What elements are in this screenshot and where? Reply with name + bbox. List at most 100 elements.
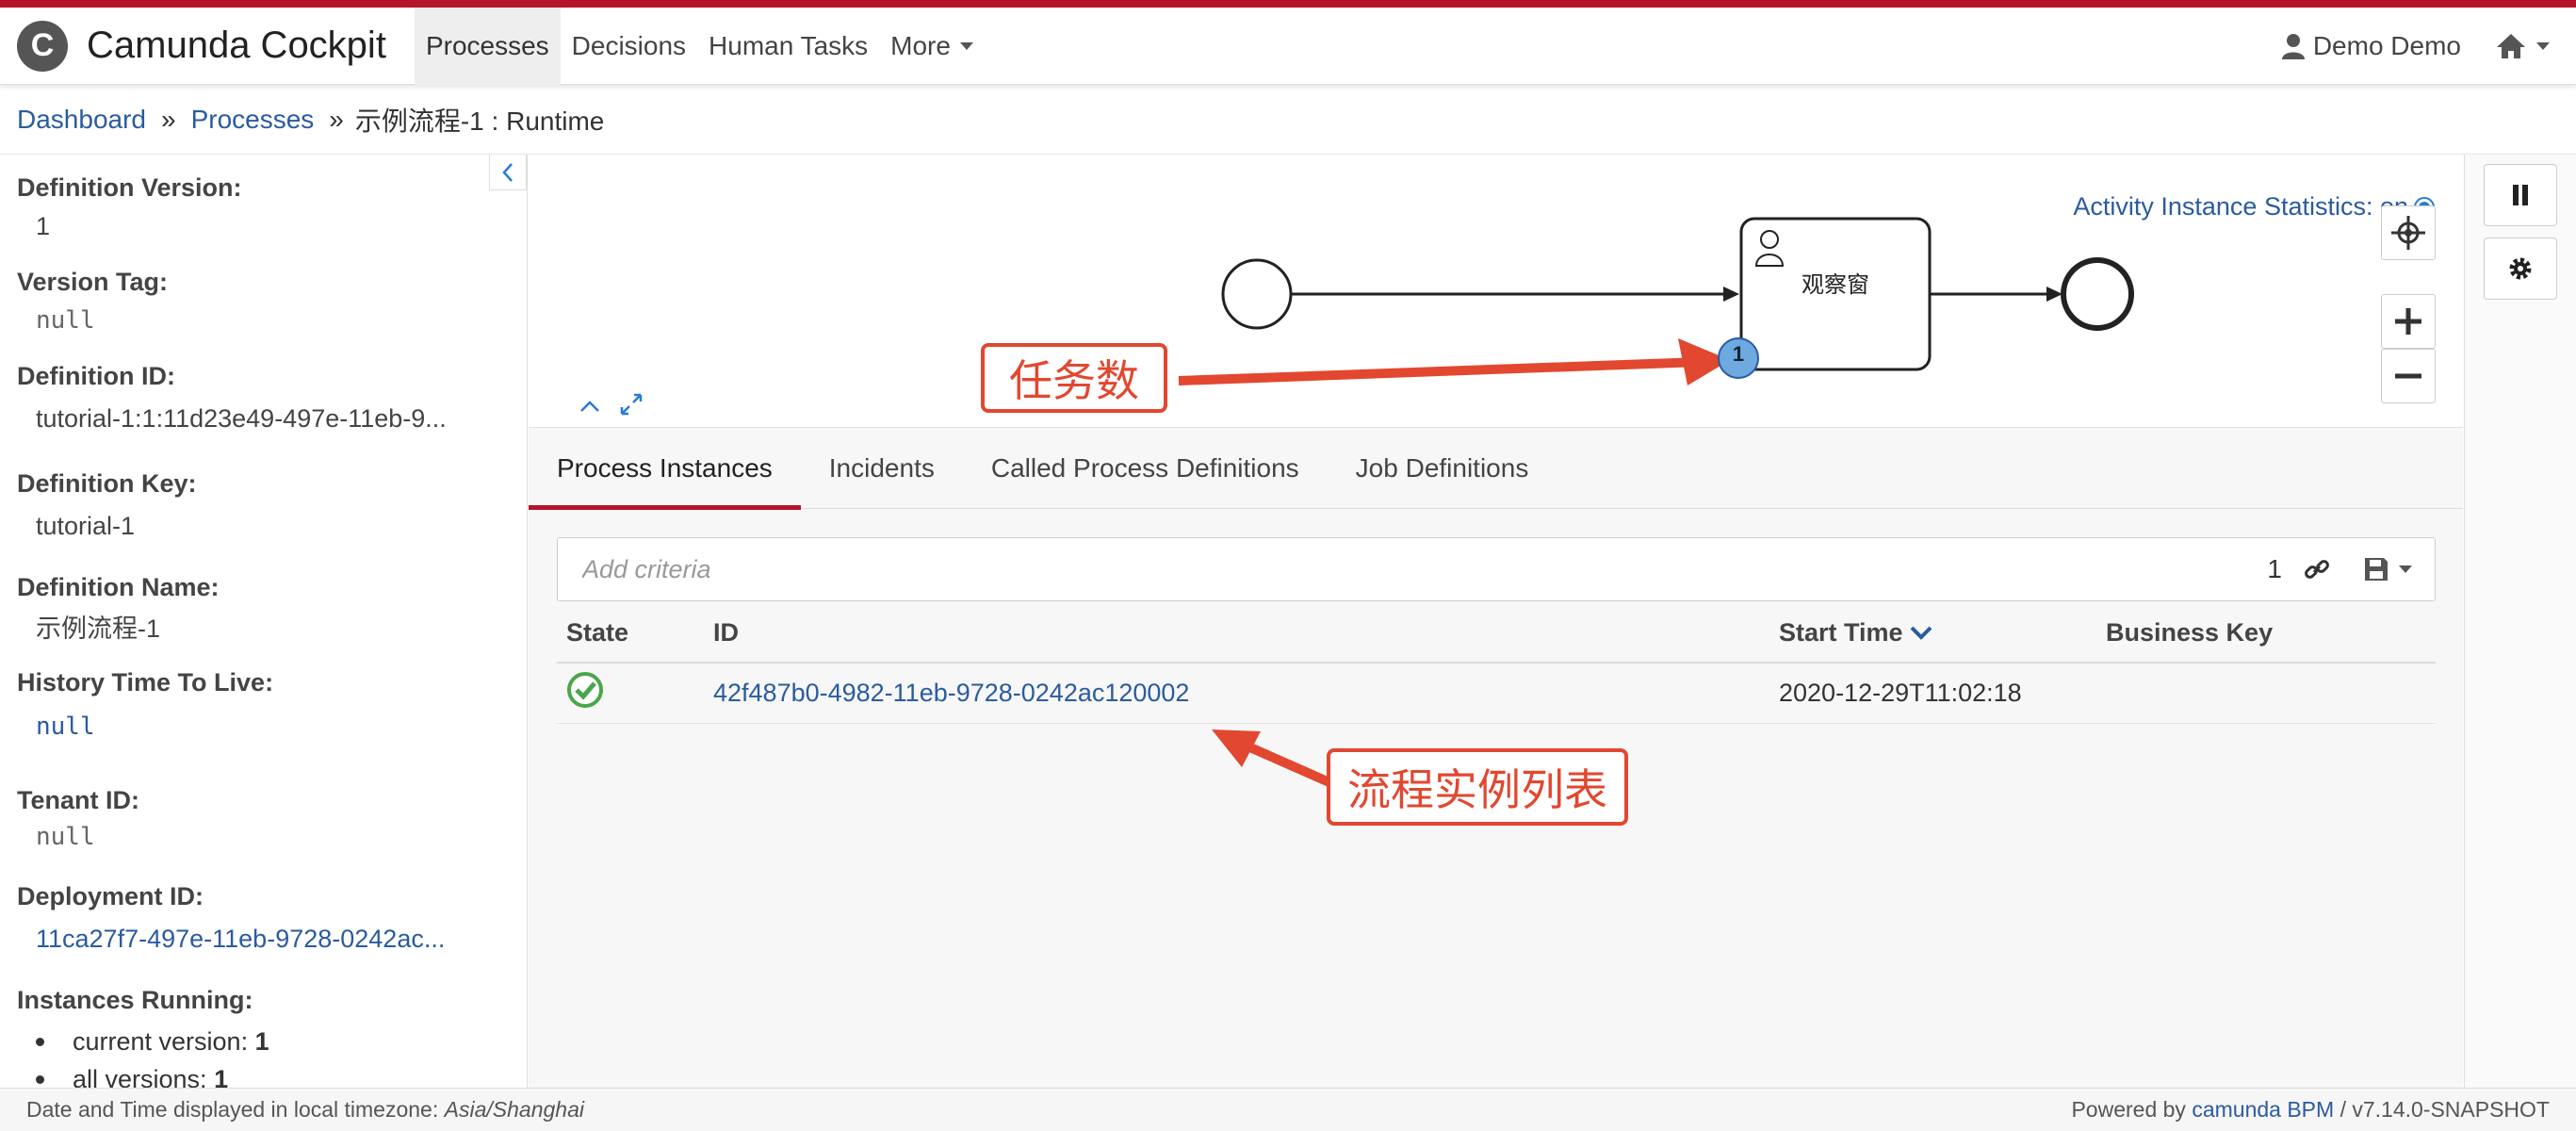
collapse-sidebar-button[interactable] bbox=[489, 155, 527, 190]
tab-job-definitions[interactable]: Job Definitions bbox=[1328, 428, 1557, 509]
column-header-start-time[interactable]: Start Time bbox=[1779, 618, 2106, 647]
nav-human-tasks[interactable]: Human Tasks bbox=[697, 8, 879, 85]
home-menu[interactable] bbox=[2495, 32, 2550, 60]
annotation-arrow bbox=[1178, 357, 1703, 385]
column-header-state[interactable]: State bbox=[557, 618, 713, 647]
current-version-label: current version: bbox=[73, 1026, 249, 1056]
start-event bbox=[1221, 258, 1293, 330]
chevron-down-icon bbox=[2536, 41, 2550, 50]
history-ttl-link[interactable]: null bbox=[36, 713, 273, 741]
breadcrumb: Dashboard » Processes » 示例流程-1 : Runtime bbox=[0, 85, 2576, 155]
tenant-id: Tenant ID: null bbox=[17, 786, 139, 851]
brand-name: Camunda Cockpit bbox=[87, 25, 386, 66]
prop-label: Tenant ID: bbox=[17, 786, 139, 814]
expand-icon bbox=[620, 393, 643, 416]
link-icon[interactable] bbox=[2303, 555, 2331, 583]
instance-id-link[interactable]: 42f487b0-4982-11eb-9728-0242ac120002 bbox=[713, 679, 1779, 708]
prop-label: Version Tag: bbox=[17, 268, 169, 296]
table-header: State ID Start Time Business Key bbox=[557, 603, 2436, 664]
camunda-bpm-link[interactable]: camunda BPM bbox=[2192, 1097, 2334, 1122]
bpmn-diagram-canvas[interactable]: Activity Instance Statistics: on 观察窗 1 任… bbox=[529, 155, 2463, 428]
footer-right: Powered by camunda BPM / v7.14.0-SNAPSHO… bbox=[2071, 1097, 2550, 1123]
suspend-button[interactable] bbox=[2484, 164, 2557, 226]
action-rail bbox=[2464, 155, 2576, 1088]
state-cell bbox=[557, 671, 713, 715]
list-item: all versions: 1 bbox=[36, 1060, 269, 1088]
zoom-out-button[interactable] bbox=[2381, 349, 2436, 403]
footer: Date and Time displayed in local timezon… bbox=[0, 1088, 2576, 1131]
tab-bar: Process Instances Incidents Called Proce… bbox=[529, 428, 2463, 510]
crosshair-icon bbox=[2391, 216, 2425, 250]
start-time-header-label: Start Time bbox=[1779, 617, 1903, 647]
expand-diagram-button[interactable] bbox=[615, 388, 647, 420]
timezone-prefix: Date and Time displayed in local timezon… bbox=[26, 1097, 439, 1122]
chevron-left-icon bbox=[502, 162, 513, 182]
prop-label: Deployment ID: bbox=[17, 882, 204, 910]
powered-by-label: Powered by bbox=[2071, 1097, 2186, 1122]
process-definition-sidebar: Definition Version: 1 Version Tag: null … bbox=[0, 155, 528, 1088]
definition-name: Definition Name: 示例流程-1 bbox=[17, 573, 220, 645]
prop-label: Definition Name: bbox=[17, 573, 220, 601]
prop-label: Definition Version: bbox=[17, 173, 242, 202]
breadcrumb-dashboard[interactable]: Dashboard bbox=[17, 105, 146, 135]
user-icon bbox=[2281, 33, 2305, 59]
gear-icon bbox=[2509, 257, 2532, 280]
breadcrumb-current: 示例流程-1 : Runtime bbox=[354, 106, 605, 136]
history-time-to-live: History Time To Live: null bbox=[17, 668, 273, 741]
prop-value: 1 bbox=[36, 212, 51, 240]
all-versions-value: 1 bbox=[214, 1064, 229, 1089]
chevron-down-icon bbox=[959, 41, 973, 50]
prop-value: 示例流程-1 bbox=[36, 615, 161, 643]
search-result-count: 1 bbox=[2267, 554, 2282, 583]
prop-label: Definition Key: bbox=[17, 469, 197, 498]
user-task-label[interactable]: 观察窗 bbox=[1741, 266, 1930, 299]
user-menu[interactable]: Demo Demo bbox=[2281, 31, 2461, 61]
version-label: / v7.14.0-SNAPSHOT bbox=[2340, 1097, 2550, 1122]
chevron-up-icon bbox=[580, 401, 599, 412]
version-tag: Version Tag: null bbox=[17, 268, 168, 335]
process-instances-table: State ID Start Time Business Key 42f487b… bbox=[557, 603, 2436, 724]
bpmn-diagram bbox=[1178, 217, 2134, 385]
nav-processes[interactable]: Processes bbox=[414, 7, 561, 85]
breadcrumb-processes[interactable]: Processes bbox=[191, 105, 315, 135]
tab-called-process-definitions[interactable]: Called Process Definitions bbox=[963, 428, 1328, 509]
task-count-annotation: 任务数 bbox=[981, 343, 1167, 413]
brand[interactable]: C Camunda Cockpit bbox=[17, 20, 415, 72]
timezone-value: Asia/Shanghai bbox=[444, 1097, 584, 1122]
user-name: Demo Demo bbox=[2312, 30, 2461, 60]
collapse-diagram-button[interactable] bbox=[574, 390, 606, 422]
chevron-down-icon bbox=[2399, 566, 2412, 573]
pause-icon bbox=[2513, 185, 2528, 205]
nav-decisions[interactable]: Decisions bbox=[561, 8, 697, 85]
nav-more-label: More bbox=[890, 30, 951, 60]
all-versions-label: all versions: bbox=[73, 1064, 207, 1089]
current-version-value: 1 bbox=[254, 1026, 269, 1056]
column-header-id[interactable]: ID bbox=[713, 618, 1779, 647]
start-time-cell: 2020-12-29T11:02:18 bbox=[1779, 679, 2022, 707]
reset-zoom-button[interactable] bbox=[2381, 205, 2436, 260]
tab-process-instances[interactable]: Process Instances bbox=[529, 428, 801, 510]
nav-more[interactable]: More bbox=[879, 8, 985, 85]
breadcrumb-separator: » bbox=[160, 104, 176, 134]
settings-button[interactable] bbox=[2484, 238, 2557, 300]
check-circle-icon bbox=[567, 672, 603, 708]
prop-label: History Time To Live: bbox=[17, 668, 274, 697]
table-row: 42f487b0-4982-11eb-9728-0242ac120002 202… bbox=[557, 664, 2436, 724]
prop-label: Instances Running: bbox=[17, 986, 253, 1014]
camunda-logo-icon: C bbox=[17, 20, 68, 72]
prop-value: tutorial-1:1:11d23e49-497e-11eb-9... bbox=[36, 404, 447, 433]
instance-list-annotation: 流程实例列表 bbox=[1327, 748, 1628, 826]
search-input[interactable] bbox=[580, 553, 2268, 585]
prop-value: tutorial-1 bbox=[36, 512, 136, 540]
instance-count-badge-label: 1 bbox=[1732, 342, 1745, 366]
plus-icon bbox=[2395, 308, 2421, 335]
zoom-in-button[interactable] bbox=[2381, 294, 2436, 349]
column-header-business-key[interactable]: Business Key bbox=[2106, 618, 2436, 647]
minus-icon bbox=[2395, 373, 2421, 379]
save-search-menu[interactable] bbox=[2363, 556, 2412, 582]
deployment-id-link[interactable]: 11ca27f7-497e-11eb-9728-0242ac... bbox=[36, 925, 445, 954]
definition-version: Definition Version: 1 bbox=[17, 173, 242, 241]
prop-label: Definition ID: bbox=[17, 362, 175, 390]
tab-incidents[interactable]: Incidents bbox=[801, 428, 963, 509]
end-event bbox=[2061, 257, 2134, 331]
